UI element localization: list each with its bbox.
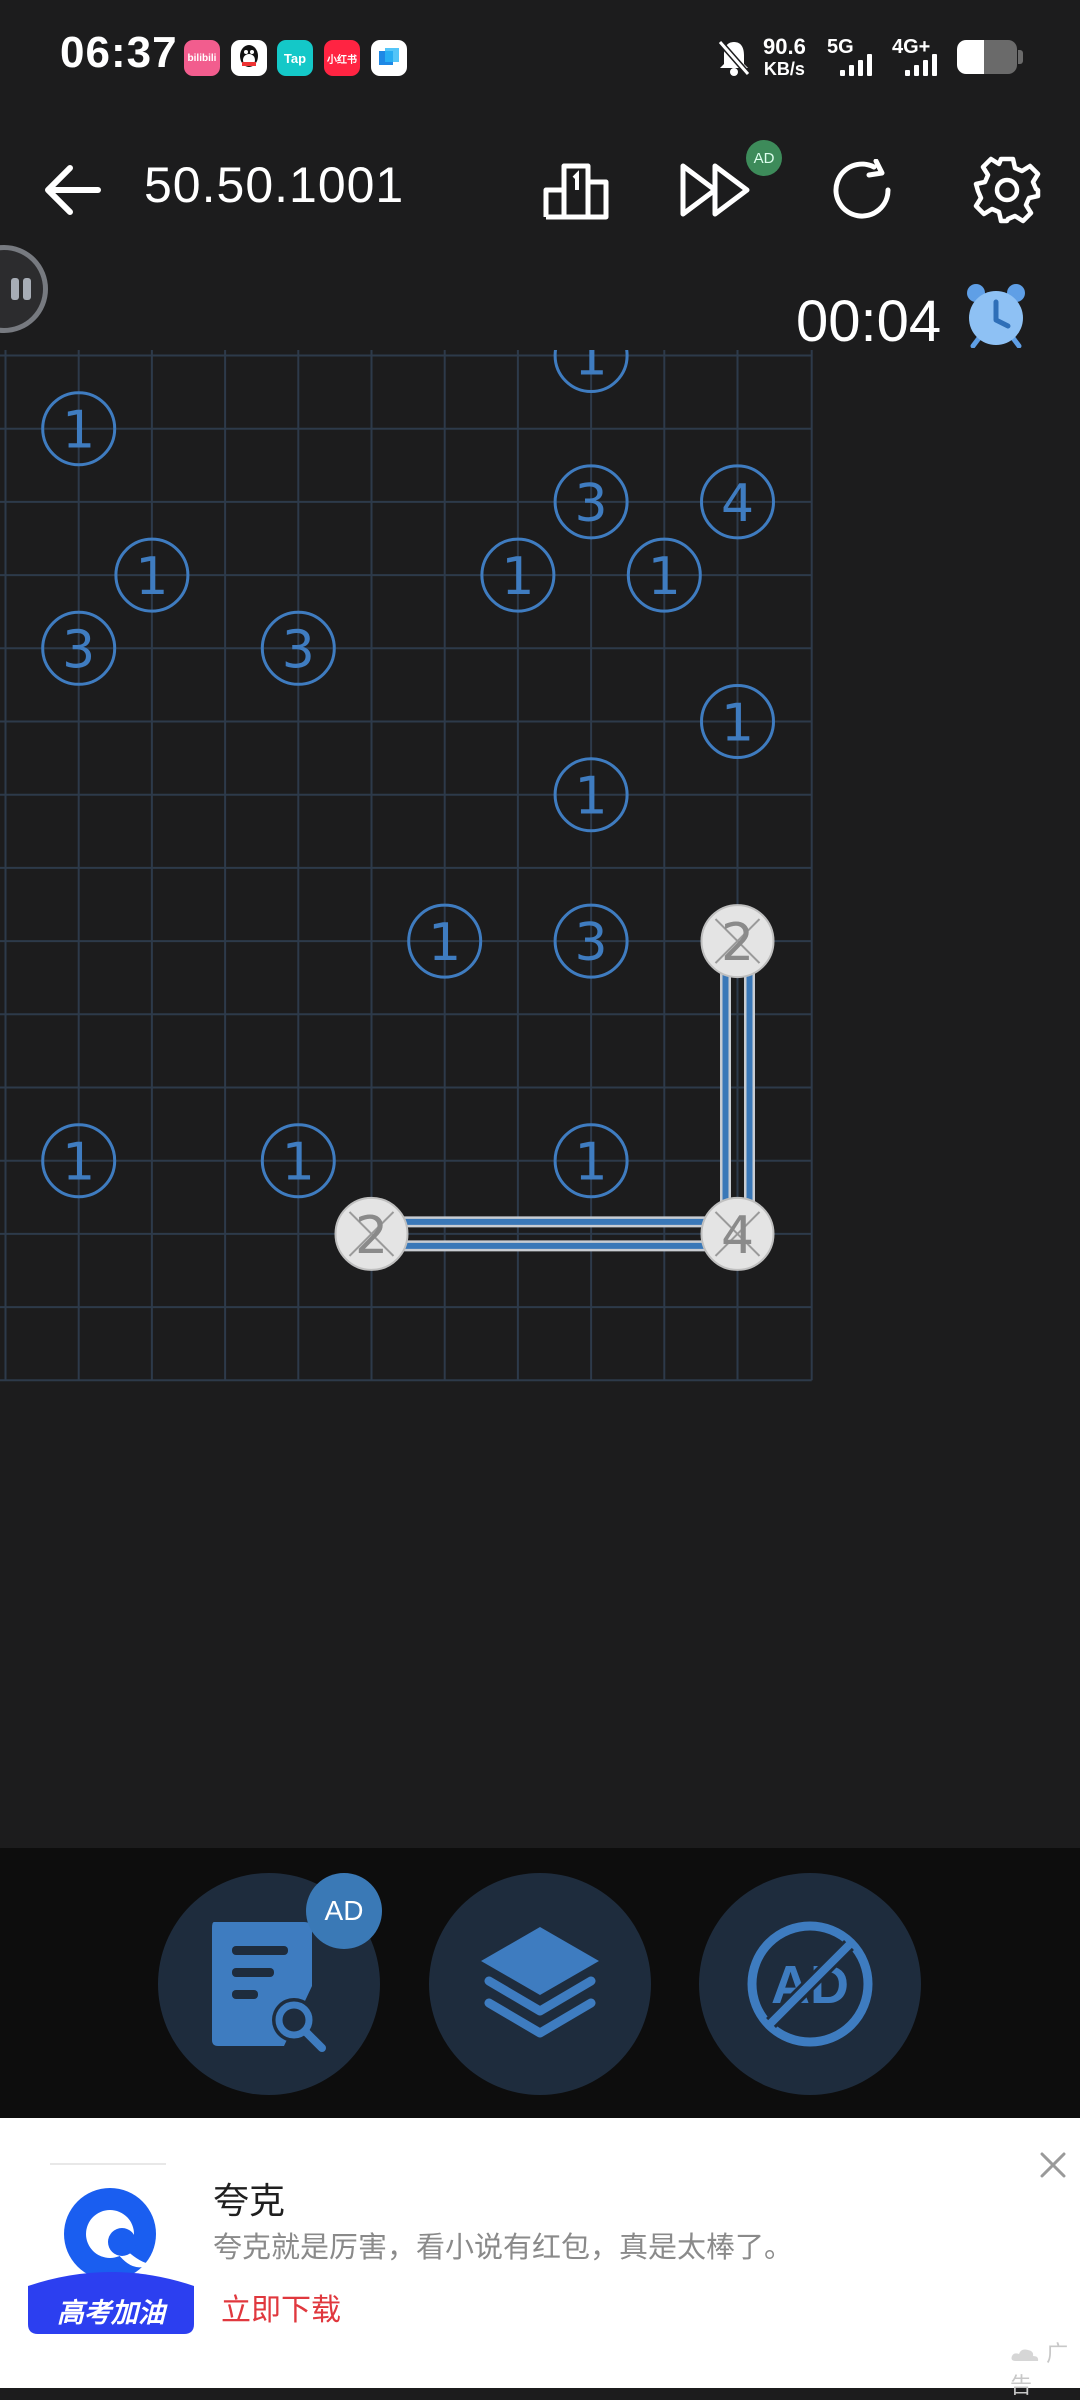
restart-icon[interactable]: [818, 145, 908, 235]
island-value: 2: [355, 1206, 388, 1266]
cloud-icon: [1011, 2349, 1039, 2362]
island-value: 2: [721, 913, 754, 973]
island-value: 4: [721, 474, 754, 534]
island-value: 1: [575, 767, 608, 827]
ad-download-link[interactable]: 立即下载: [221, 2285, 341, 2329]
leaderboard-icon[interactable]: [531, 145, 621, 235]
puzzle-board[interactable]: 113 41 1 13 3111 3 21 1 12 4: [0, 350, 815, 1385]
island-value: 3: [62, 620, 95, 680]
qq-icon: [231, 40, 267, 76]
status-time: 06:37: [60, 28, 178, 77]
island-node[interactable]: 2: [700, 904, 775, 979]
alarm-clock-icon: [967, 284, 1025, 348]
island-value: 1: [62, 401, 95, 461]
mute-bell-icon: [717, 40, 751, 76]
signal-strength-icon: [840, 52, 872, 76]
no-ads-icon: AD: [747, 1921, 873, 2047]
hint-ad-badge: AD: [306, 1873, 382, 1949]
hint-document-search-icon: [212, 1922, 326, 2052]
island-value: 3: [282, 620, 315, 680]
level-title: 50.50.1001: [144, 157, 405, 213]
island-value: 1: [135, 547, 168, 607]
island-value: 3: [575, 474, 608, 534]
island-value: 1: [428, 913, 461, 973]
pause-button[interactable]: [0, 245, 48, 333]
island-value: 1: [62, 1133, 95, 1193]
settings-icon[interactable]: [962, 145, 1052, 235]
island-value: 3: [575, 913, 608, 973]
network-speed: 90.6 KB/s: [763, 34, 806, 80]
battery-icon: [957, 40, 1017, 74]
island-value: 1: [282, 1133, 315, 1193]
remove-ads-button[interactable]: AD: [699, 1873, 921, 2095]
levels-button[interactable]: [429, 1873, 651, 2095]
island-value: 1: [501, 547, 534, 607]
xiaohongshu-icon: 小红书: [324, 40, 360, 76]
taptap-icon: Tap: [277, 40, 313, 76]
island-value: 1: [575, 1133, 608, 1193]
layers-icon: [481, 1927, 599, 2038]
island-node[interactable]: 2: [334, 1196, 409, 1271]
ad-title[interactable]: 夸克: [213, 2172, 285, 2224]
timer-value: 00:04: [796, 289, 942, 354]
status-bar: 06:37 bilibili Tap 小红书 90.6 KB/s 5G 4G+: [0, 0, 1080, 115]
island-value: 1: [575, 350, 608, 388]
app-icon: [371, 40, 407, 76]
skip-ad-badge: AD: [746, 140, 782, 176]
island-value: 1: [721, 694, 754, 754]
ad-label: 广告: [1010, 2341, 1069, 2398]
close-icon[interactable]: [1036, 2148, 1070, 2182]
bridges: [371, 941, 755, 1252]
quark-app-logo[interactable]: 高考加油: [26, 2162, 196, 2334]
bilibili-icon: bilibili: [184, 40, 220, 76]
back-arrow-icon[interactable]: [26, 145, 116, 235]
ad-logo-caption: 高考加油: [57, 2298, 168, 2329]
island-node[interactable]: 4: [700, 1196, 775, 1271]
island-value: 4: [721, 1206, 754, 1266]
island-value: 1: [648, 547, 681, 607]
battery-tip: [1018, 50, 1023, 64]
signal-strength-icon: [905, 52, 937, 76]
ad-description: 夸克就是厉害，看小说有红包，真是太棒了。: [213, 2232, 794, 2264]
